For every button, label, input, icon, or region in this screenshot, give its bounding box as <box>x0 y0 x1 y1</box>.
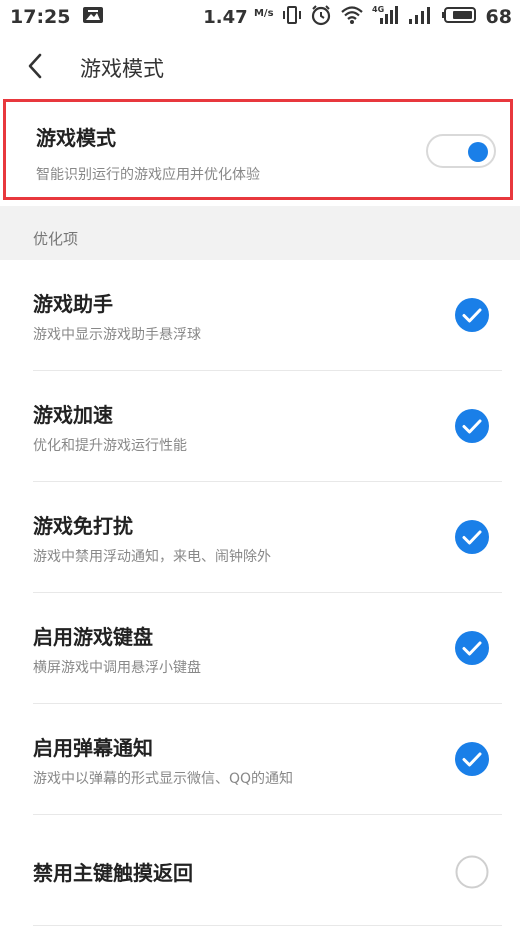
option-disable-home-touch[interactable]: 禁用主键触摸返回 <box>0 815 520 926</box>
option-subtitle: 优化和提升游戏运行性能 <box>33 438 187 454</box>
checked-icon[interactable] <box>455 520 489 554</box>
option-title: 游戏免打扰 <box>33 514 133 538</box>
page-title: 游戏模式 <box>80 57 164 81</box>
title-bar: 游戏模式 <box>0 34 520 102</box>
option-title: 游戏加速 <box>33 403 113 427</box>
option-game-assistant[interactable]: 游戏助手 游戏中显示游戏助手悬浮球 <box>0 260 520 371</box>
checked-icon[interactable] <box>455 409 489 443</box>
section-header: 优化项 <box>0 206 520 260</box>
game-mode-card[interactable]: 游戏模式 智能识别运行的游戏应用并优化体验 <box>3 99 513 200</box>
option-game-keyboard[interactable]: 启用游戏键盘 横屏游戏中调用悬浮小键盘 <box>0 593 520 704</box>
network-speed: 1.47 M/s <box>203 6 274 28</box>
option-title: 启用游戏键盘 <box>33 625 153 649</box>
option-title: 启用弹幕通知 <box>33 736 153 760</box>
toggle-knob <box>468 142 488 162</box>
signal-icon <box>408 5 434 30</box>
back-arrow-icon <box>25 52 45 84</box>
notification-icon <box>82 5 104 30</box>
option-subtitle: 横屏游戏中调用悬浮小键盘 <box>33 660 201 676</box>
vibrate-icon <box>282 4 302 31</box>
option-bullet-notification[interactable]: 启用弹幕通知 游戏中以弹幕的形式显示微信、QQ的通知 <box>0 704 520 815</box>
wifi-icon <box>340 5 364 30</box>
option-do-not-disturb[interactable]: 游戏免打扰 游戏中禁用浮动通知，来电、闹钟除外 <box>0 482 520 593</box>
divider <box>33 925 502 926</box>
option-game-acceleration[interactable]: 游戏加速 优化和提升游戏运行性能 <box>0 371 520 482</box>
option-subtitle: 游戏中禁用浮动通知，来电、闹钟除外 <box>33 549 271 565</box>
unchecked-icon[interactable] <box>455 855 489 889</box>
signal-4g-icon: 4G <box>372 4 400 31</box>
status-time: 17:25 <box>10 6 71 28</box>
svg-text:4G: 4G <box>372 5 384 14</box>
options-list: 游戏助手 游戏中显示游戏助手悬浮球 游戏加速 优化和提升游戏运行性能 游戏免打扰… <box>0 260 520 926</box>
checked-icon[interactable] <box>455 298 489 332</box>
section-label: 优化项 <box>33 230 79 248</box>
option-subtitle: 游戏中以弹幕的形式显示微信、QQ的通知 <box>33 771 294 787</box>
option-title: 禁用主键触摸返回 <box>33 861 193 885</box>
option-title: 游戏助手 <box>33 292 113 316</box>
option-subtitle: 游戏中显示游戏助手悬浮球 <box>33 327 201 343</box>
back-button[interactable] <box>0 34 70 102</box>
checked-icon[interactable] <box>455 742 489 776</box>
game-mode-subtitle: 智能识别运行的游戏应用并优化体验 <box>36 167 260 183</box>
checked-icon[interactable] <box>455 631 489 665</box>
game-mode-toggle[interactable] <box>426 134 496 168</box>
game-mode-title: 游戏模式 <box>36 126 116 150</box>
battery-icon <box>441 5 478 30</box>
alarm-icon <box>310 4 332 31</box>
status-bar: 17:25 1.47 M/s 4G 68 <box>0 0 520 34</box>
battery-level: 68 <box>485 6 512 28</box>
